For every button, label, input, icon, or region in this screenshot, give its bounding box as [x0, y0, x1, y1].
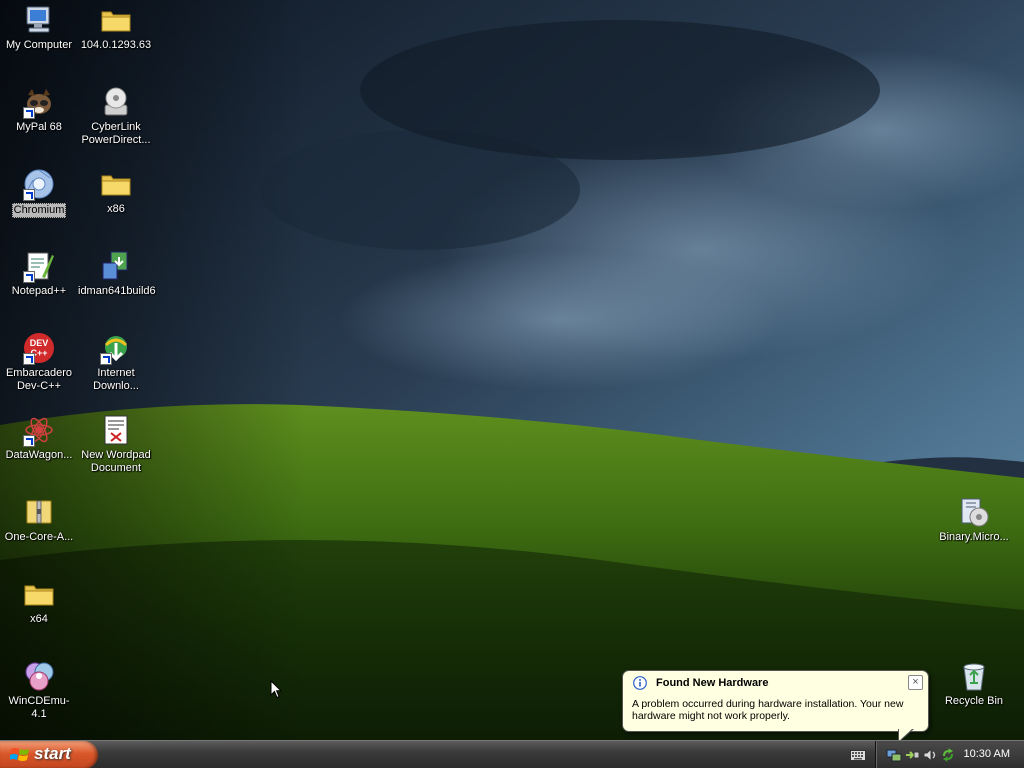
network-icon[interactable]: [886, 747, 902, 763]
desktop-icon-label: Binary.Micro...: [939, 531, 1009, 543]
mouse-pointer-icon: [270, 680, 282, 699]
desktop-icon-chromium[interactable]: Chromium: [0, 167, 78, 218]
info-icon: [633, 676, 647, 690]
desktop-icon-notepad[interactable]: Notepad++: [0, 249, 78, 298]
balloon-message: A problem occurred during hardware insta…: [632, 698, 904, 722]
safely-remove-hardware-icon[interactable]: [904, 747, 920, 763]
desktop-icon-mypal[interactable]: MyPal 68: [0, 85, 78, 134]
folder-icon: [99, 3, 133, 37]
taskbar-clock[interactable]: 10:30 AM: [964, 748, 1010, 760]
shortcut-arrow-icon: [23, 353, 35, 365]
desktop-icon-datawagon[interactable]: DataWagon...: [0, 413, 78, 462]
volume-icon[interactable]: [922, 747, 938, 763]
disc-installer-icon: [99, 85, 133, 119]
desktop-icon-label: Notepad++: [11, 285, 67, 297]
desktop-icon-label: 104.0.1293.63: [80, 39, 152, 51]
desktop-icon-idm[interactable]: Internet Downlo...: [77, 331, 155, 393]
shortcut-arrow-icon: [23, 189, 35, 201]
desktop-icon-label: x86: [107, 203, 125, 215]
desktop-icon-installer[interactable]: idman641build6: [77, 249, 156, 298]
start-label: start: [34, 744, 71, 763]
chromium-icon: [22, 167, 56, 201]
desktop-icon-devcpp[interactable]: DEV C++ Embarcadero Dev-C++: [0, 331, 78, 393]
desktop-icon-label: One-Core-A...: [4, 531, 74, 543]
windows-update-icon[interactable]: [940, 747, 956, 763]
desktop-icon-zip-folder[interactable]: One-Core-A...: [0, 495, 78, 544]
desktop-icon-setup[interactable]: Binary.Micro...: [935, 495, 1013, 544]
setup-icon: [957, 495, 991, 529]
taskbar: start 10:30 AM: [0, 740, 1024, 768]
desktop-icon-label: DataWagon...: [5, 449, 73, 461]
desktop-icon-wordpad-doc[interactable]: New Wordpad Document: [77, 413, 155, 475]
folder-icon: [22, 577, 56, 611]
desktop-icon-label: Internet Downlo...: [93, 367, 139, 392]
desktop-icon-folder[interactable]: x86: [77, 167, 155, 216]
desktop-icon-label: My Computer: [5, 39, 73, 51]
found-new-hardware-balloon[interactable]: Found New Hardware × A problem occurred …: [622, 670, 929, 732]
desktop-icon-computer[interactable]: My Computer: [0, 3, 78, 52]
windows-logo-icon: [10, 748, 29, 761]
zip-folder-icon: [22, 495, 56, 529]
desktop-icon-label: Chromium: [11, 203, 67, 218]
datawagon-icon: [22, 413, 56, 447]
desktop-icon-label: idman641build6: [78, 285, 156, 297]
shortcut-arrow-icon: [100, 353, 112, 365]
shortcut-arrow-icon: [23, 271, 35, 283]
svg-text:DEV: DEV: [30, 338, 49, 348]
wordpad-doc-icon: [99, 413, 133, 447]
desktop-icon-wincdemu[interactable]: WinCDEmu-4.1: [0, 659, 78, 721]
start-button[interactable]: start: [0, 741, 98, 768]
notepad-icon: [22, 249, 56, 283]
desktop-icon-recycle-bin[interactable]: Recycle Bin: [935, 659, 1013, 708]
wincdemu-icon: [22, 659, 56, 693]
balloon-title: Found New Hardware: [656, 677, 769, 689]
system-tray: 10:30 AM: [875, 741, 1024, 768]
desktop-icon-folder[interactable]: 104.0.1293.63: [77, 3, 155, 52]
desktop-icon-label: WinCDEmu-4.1: [8, 695, 70, 720]
shortcut-arrow-icon: [23, 435, 35, 447]
desktop-icon-label: x64: [30, 613, 48, 625]
installer-icon: [99, 249, 133, 283]
mypal-icon: [22, 85, 56, 119]
desktop-icon-disc-installer[interactable]: CyberLink PowerDirect...: [77, 85, 155, 147]
keyboard-language-icon[interactable]: [850, 748, 866, 762]
idm-icon: [99, 331, 133, 365]
desktop-icon-label: MyPal 68: [16, 121, 62, 133]
desktop-icon-label: Embarcadero Dev-C++: [5, 367, 73, 392]
desktop-icon-label: New Wordpad Document: [81, 449, 151, 474]
folder-icon: [99, 167, 133, 201]
desktop-icon-label: CyberLink PowerDirect...: [81, 121, 151, 146]
desktop-icon-folder[interactable]: x64: [0, 577, 78, 626]
devcpp-icon: DEV C++: [22, 331, 56, 365]
balloon-close-button[interactable]: ×: [908, 675, 923, 690]
computer-icon: [22, 3, 56, 37]
recycle-bin-icon: [957, 659, 991, 693]
desktop-icon-label: Recycle Bin: [944, 695, 1004, 707]
shortcut-arrow-icon: [23, 107, 35, 119]
